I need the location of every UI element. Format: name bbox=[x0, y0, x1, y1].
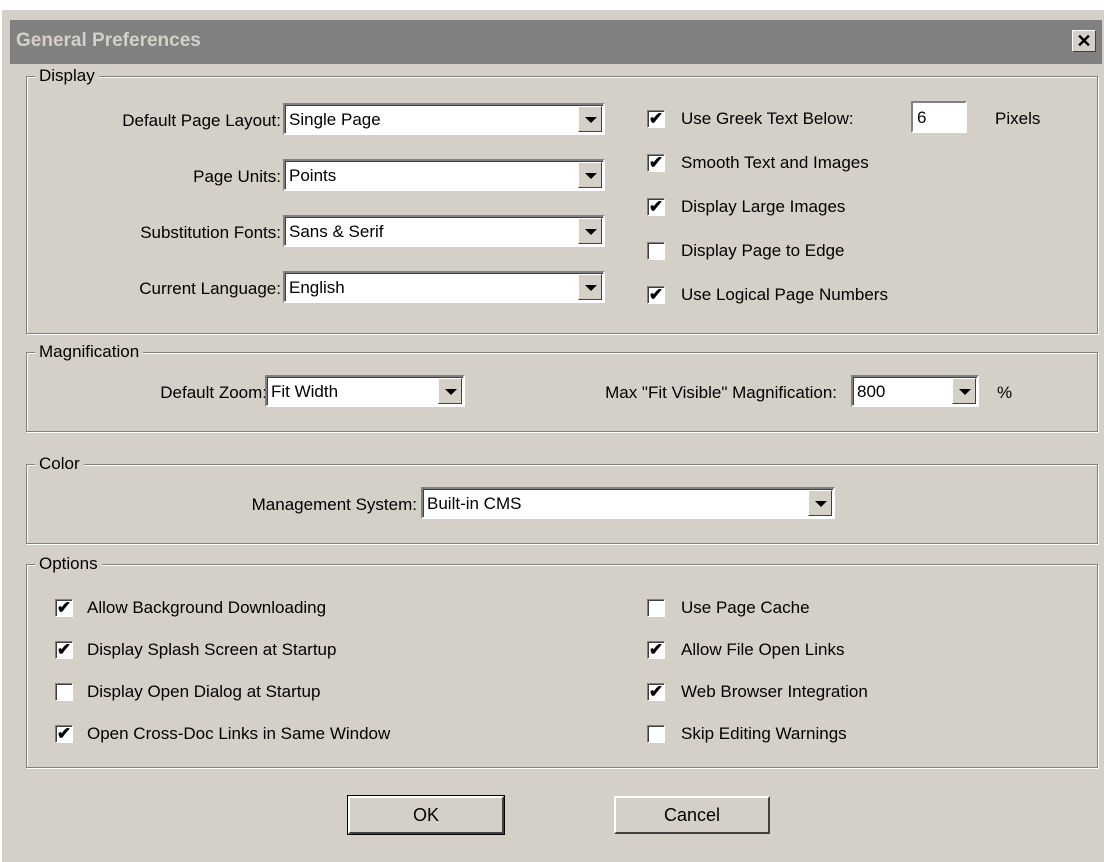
percent-label: % bbox=[997, 383, 1013, 402]
cancel-button[interactable]: Cancel bbox=[614, 796, 770, 834]
color-group: Color Management System: Built-in CMS bbox=[26, 454, 1098, 544]
check-icon: ✔ bbox=[648, 682, 664, 701]
language-select[interactable]: English bbox=[283, 271, 605, 303]
page-edge-label: Display Page to Edge bbox=[681, 241, 845, 260]
smooth-text-label: Smooth Text and Images bbox=[681, 153, 869, 172]
skip-warnings-label: Skip Editing Warnings bbox=[681, 724, 847, 743]
magnification-group: Magnification Default Zoom: Fit Width Ma… bbox=[26, 342, 1098, 432]
options-legend: Options bbox=[35, 554, 102, 574]
greek-text-label: Use Greek Text Below: bbox=[681, 109, 854, 128]
check-icon: ✔ bbox=[648, 153, 664, 172]
skip-warnings-checkbox[interactable] bbox=[647, 725, 665, 743]
check-icon: ✔ bbox=[648, 285, 664, 304]
page-layout-label: Default Page Layout: bbox=[122, 111, 281, 130]
page-layout-select[interactable]: Single Page bbox=[283, 103, 605, 135]
close-button[interactable]: ✕ bbox=[1072, 30, 1096, 52]
check-icon: ✔ bbox=[648, 197, 664, 216]
chevron-down-icon[interactable] bbox=[578, 274, 602, 300]
fit-visible-select[interactable]: 800 bbox=[851, 375, 979, 407]
page-layout-value: Single Page bbox=[289, 110, 381, 129]
greek-pixels-input[interactable]: 6 bbox=[911, 101, 967, 133]
check-icon: ✔ bbox=[56, 640, 72, 659]
chevron-down-icon[interactable] bbox=[578, 162, 602, 188]
page-units-value: Points bbox=[289, 166, 337, 185]
subst-fonts-select[interactable]: Sans & Serif bbox=[283, 215, 605, 247]
display-legend: Display bbox=[35, 66, 99, 86]
open-dialog-label: Display Open Dialog at Startup bbox=[87, 682, 321, 701]
cross-doc-checkbox[interactable]: ✔ bbox=[55, 724, 73, 743]
large-images-checkbox[interactable]: ✔ bbox=[647, 197, 665, 216]
web-browser-label: Web Browser Integration bbox=[681, 682, 868, 701]
default-zoom-label: Default Zoom: bbox=[160, 383, 267, 402]
check-icon: ✔ bbox=[56, 598, 72, 617]
logical-numbers-checkbox[interactable]: ✔ bbox=[647, 285, 665, 304]
logical-numbers-label: Use Logical Page Numbers bbox=[681, 285, 888, 304]
management-system-select[interactable]: Built-in CMS bbox=[421, 487, 835, 519]
dialog-title: General Preferences bbox=[16, 30, 201, 51]
smooth-text-checkbox[interactable]: ✔ bbox=[647, 153, 665, 172]
chevron-down-icon[interactable] bbox=[578, 218, 602, 244]
page-edge-checkbox[interactable] bbox=[647, 242, 665, 260]
magnification-legend: Magnification bbox=[35, 342, 144, 362]
splash-label: Display Splash Screen at Startup bbox=[87, 640, 337, 659]
chevron-down-icon[interactable] bbox=[952, 378, 976, 404]
page-cache-checkbox[interactable] bbox=[647, 599, 665, 617]
default-zoom-select[interactable]: Fit Width bbox=[265, 375, 465, 407]
display-group: Display Default Page Layout: Single Page… bbox=[26, 66, 1098, 334]
page-units-label: Page Units: bbox=[193, 167, 281, 186]
check-icon: ✔ bbox=[56, 724, 72, 743]
page-units-select[interactable]: Points bbox=[283, 159, 605, 191]
bg-download-checkbox[interactable]: ✔ bbox=[55, 598, 73, 617]
fit-visible-label: Max "Fit Visible" Magnification: bbox=[605, 383, 837, 402]
page-cache-label: Use Page Cache bbox=[681, 598, 810, 617]
greek-unit-label: Pixels bbox=[995, 109, 1041, 128]
chevron-down-icon[interactable] bbox=[578, 106, 602, 132]
ok-button[interactable]: OK bbox=[347, 795, 505, 835]
cross-doc-label: Open Cross-Doc Links in Same Window bbox=[87, 724, 391, 743]
subst-fonts-label: Substitution Fonts: bbox=[140, 223, 281, 242]
language-value: English bbox=[289, 278, 345, 297]
close-icon: ✕ bbox=[1076, 31, 1092, 51]
title-bar[interactable]: General Preferences ✕ bbox=[10, 20, 1102, 64]
management-system-value: Built-in CMS bbox=[427, 494, 522, 513]
options-group: Options ✔ Allow Background Downloading ✔… bbox=[26, 554, 1098, 768]
color-legend: Color bbox=[35, 454, 84, 474]
chevron-down-icon[interactable] bbox=[808, 490, 832, 516]
file-open-label: Allow File Open Links bbox=[681, 640, 845, 659]
web-browser-checkbox[interactable]: ✔ bbox=[647, 682, 665, 701]
splash-checkbox[interactable]: ✔ bbox=[55, 640, 73, 659]
open-dialog-checkbox[interactable] bbox=[55, 683, 73, 701]
check-icon: ✔ bbox=[648, 640, 664, 659]
management-system-label: Management System: bbox=[251, 495, 417, 514]
subst-fonts-value: Sans & Serif bbox=[289, 222, 384, 241]
fit-visible-value: 800 bbox=[857, 382, 886, 401]
language-label: Current Language: bbox=[139, 279, 281, 298]
large-images-label: Display Large Images bbox=[681, 197, 846, 216]
preferences-dialog: General Preferences ✕ Display Default Pa… bbox=[0, 8, 1104, 862]
check-icon: ✔ bbox=[648, 109, 664, 128]
default-zoom-value: Fit Width bbox=[271, 382, 339, 401]
file-open-checkbox[interactable]: ✔ bbox=[647, 640, 665, 659]
bg-download-label: Allow Background Downloading bbox=[87, 598, 327, 617]
chevron-down-icon[interactable] bbox=[438, 378, 462, 404]
greek-text-checkbox[interactable]: ✔ bbox=[647, 109, 665, 128]
